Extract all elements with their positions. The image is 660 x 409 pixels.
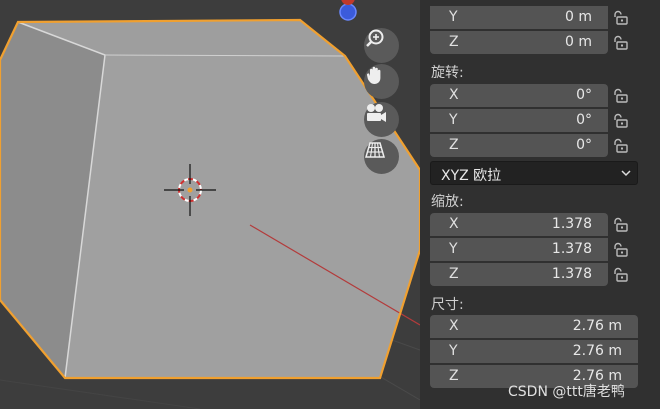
dimensions-y-field[interactable]: Y 2.76 m bbox=[430, 340, 638, 363]
axis-label: X bbox=[449, 87, 459, 103]
lock-icon[interactable] bbox=[611, 138, 629, 154]
location-z-value: 0 m bbox=[565, 34, 592, 50]
lock-icon[interactable] bbox=[611, 267, 629, 283]
axis-label: Z bbox=[449, 368, 459, 384]
lock-icon[interactable] bbox=[611, 35, 629, 51]
scale-z-field[interactable]: Z 1.378 bbox=[430, 263, 608, 286]
axis-label: Z bbox=[449, 137, 459, 153]
viewport-scene bbox=[0, 0, 420, 409]
location-z-field[interactable]: Z 0 m bbox=[430, 31, 608, 54]
dimensions-label: 尺寸: bbox=[431, 297, 464, 313]
axis-label: X bbox=[449, 318, 459, 334]
rotation-x-field[interactable]: X 0° bbox=[430, 84, 608, 107]
dimensions-y-value: 2.76 m bbox=[572, 343, 622, 359]
rotation-z-value: 0° bbox=[576, 137, 592, 153]
hand-pan-icon[interactable] bbox=[364, 64, 399, 99]
lock-icon[interactable] bbox=[611, 88, 629, 104]
scale-y-field[interactable]: Y 1.378 bbox=[430, 238, 608, 261]
lock-icon[interactable] bbox=[611, 113, 629, 129]
grid-perspective-icon[interactable] bbox=[364, 139, 399, 174]
axis-label: Y bbox=[449, 9, 458, 25]
rotation-y-field[interactable]: Y 0° bbox=[430, 109, 608, 132]
scale-x-value: 1.378 bbox=[551, 216, 592, 232]
axis-label: Z bbox=[449, 34, 459, 50]
axis-label: X bbox=[449, 216, 459, 232]
watermark-text: CSDN @ttt唐老鸭 bbox=[508, 384, 625, 400]
scale-y-value: 1.378 bbox=[551, 241, 592, 257]
rotation-x-value: 0° bbox=[576, 87, 592, 103]
rotation-label: 旋转: bbox=[431, 65, 464, 81]
dimensions-x-value: 2.76 m bbox=[572, 318, 622, 334]
axis-label: Y bbox=[449, 241, 458, 257]
rotation-z-field[interactable]: Z 0° bbox=[430, 134, 608, 157]
zoom-icon[interactable] bbox=[364, 28, 399, 63]
axis-label: Y bbox=[449, 343, 458, 359]
rotation-mode-select[interactable]: XYZ 欧拉 bbox=[430, 161, 638, 185]
chevron-down-icon bbox=[621, 170, 631, 177]
lock-icon[interactable] bbox=[611, 217, 629, 233]
scale-label: 缩放: bbox=[431, 194, 464, 210]
transform-panel: Y 0 m Z 0 m 旋转: X 0° Y 0° Z 0° XYZ 欧拉 缩放… bbox=[420, 0, 660, 409]
location-y-value: 0 m bbox=[565, 9, 592, 25]
camera-icon[interactable] bbox=[364, 102, 399, 137]
location-y-field[interactable]: Y 0 m bbox=[430, 6, 608, 29]
dimensions-x-field[interactable]: X 2.76 m bbox=[430, 315, 638, 338]
axis-label: Y bbox=[449, 112, 458, 128]
scale-z-value: 1.378 bbox=[551, 266, 592, 282]
lock-icon[interactable] bbox=[611, 242, 629, 258]
rotation-mode-value: XYZ 欧拉 bbox=[441, 168, 502, 184]
scale-x-field[interactable]: X 1.378 bbox=[430, 213, 608, 236]
rotation-y-value: 0° bbox=[576, 112, 592, 128]
lock-icon[interactable] bbox=[611, 10, 629, 26]
axis-label: Z bbox=[449, 266, 459, 282]
3d-viewport[interactable] bbox=[0, 0, 420, 409]
